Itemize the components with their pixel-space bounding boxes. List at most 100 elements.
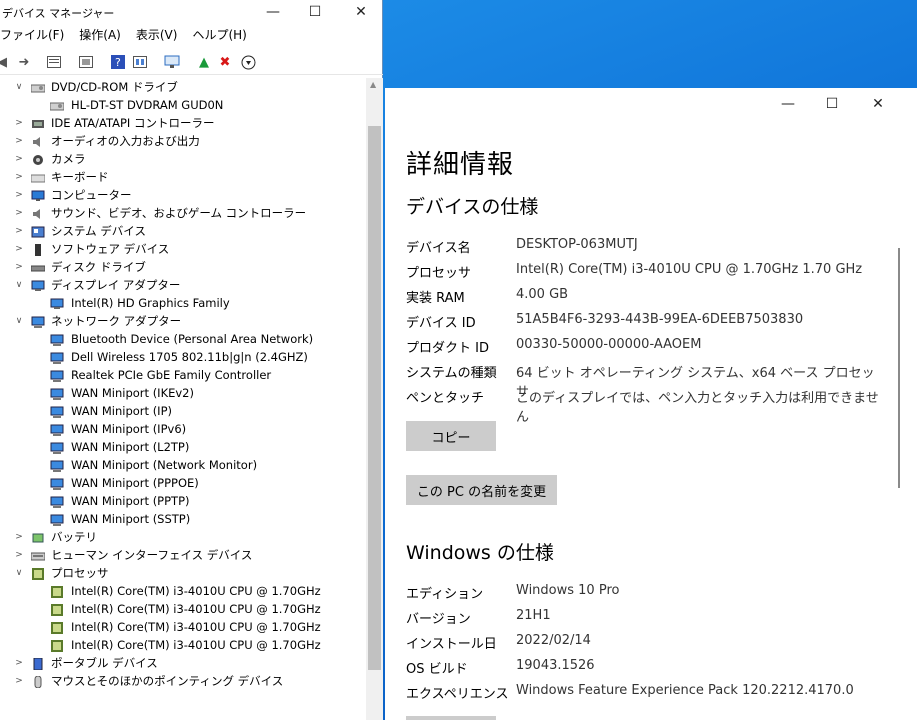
- device-spec-heading: デバイスの仕様: [406, 196, 539, 218]
- svg-text:?: ?: [115, 56, 121, 69]
- scan-hardware-icon[interactable]: [164, 54, 180, 70]
- tree-item-label: プロセッサ: [51, 566, 109, 580]
- collapse-arrow-icon[interactable]: >: [14, 186, 24, 204]
- tree-item[interactable]: WAN Miniport (IKEv2): [0, 384, 366, 402]
- tree-item[interactable]: ∨ ネットワーク アダプター: [0, 312, 366, 330]
- collapse-arrow-icon[interactable]: >: [14, 258, 24, 276]
- properties-icon[interactable]: [46, 54, 62, 70]
- scroll-up-icon[interactable]: ▲: [370, 80, 376, 89]
- update-driver-icon[interactable]: ▲: [196, 54, 212, 70]
- close-button[interactable]: ✕: [338, 0, 384, 24]
- back-icon[interactable]: ◀: [0, 54, 10, 70]
- download-icon[interactable]: [240, 54, 256, 70]
- tree-item-label: Intel(R) HD Graphics Family: [71, 296, 230, 310]
- grid-view-icon[interactable]: [132, 54, 148, 70]
- tree-item[interactable]: WAN Miniport (PPPOE): [0, 474, 366, 492]
- tree-item-label: WAN Miniport (L2TP): [71, 440, 190, 454]
- tree-item-label: WAN Miniport (IPv6): [71, 422, 187, 436]
- collapse-arrow-icon[interactable]: >: [14, 654, 24, 672]
- tree-item[interactable]: ∨ DVD/CD-ROM ドライブ: [0, 78, 366, 96]
- maximize-button[interactable]: ☐: [292, 0, 338, 24]
- collapse-arrow-icon[interactable]: >: [14, 204, 24, 222]
- tree-item-label: サウンド、ビデオ、およびゲーム コントローラー: [51, 206, 307, 220]
- device-tree: ∨ DVD/CD-ROM ドライブ HL-DT-ST DVDRAM GUD0N > ID…: [0, 78, 366, 720]
- tree-item[interactable]: WAN Miniport (PPTP): [0, 492, 366, 510]
- tree-item[interactable]: Realtek PCIe GbE Family Controller: [0, 366, 366, 384]
- copy-button[interactable]: コピー: [406, 421, 496, 451]
- list-view-icon[interactable]: [78, 54, 94, 70]
- collapse-arrow-icon[interactable]: >: [14, 222, 24, 240]
- tree-item[interactable]: > オーディオの入力および出力: [0, 132, 366, 150]
- tree-item[interactable]: > サウンド、ビデオ、およびゲーム コントローラー: [0, 204, 366, 222]
- tree-item[interactable]: HL-DT-ST DVDRAM GUD0N: [0, 96, 366, 114]
- settings-maximize-button[interactable]: ☐: [809, 92, 855, 116]
- tree-item[interactable]: > マウスとそのほかのポインティング デバイス: [0, 672, 366, 690]
- tree-item[interactable]: Intel(R) Core(TM) i3-4010U CPU @ 1.70GHz: [0, 636, 366, 654]
- collapse-arrow-icon[interactable]: >: [14, 114, 24, 132]
- spec-value: Windows 10 Pro: [516, 583, 620, 598]
- menu-help[interactable]: ヘルプ(H): [192, 26, 246, 46]
- tree-item[interactable]: Intel(R) Core(TM) i3-4010U CPU @ 1.70GHz: [0, 618, 366, 636]
- tree-item-label: Intel(R) Core(TM) i3-4010U CPU @ 1.70GHz: [71, 638, 321, 652]
- spec-label: ペンとタッチ: [406, 391, 485, 406]
- tree-item-label: ヒューマン インターフェイス デバイス: [51, 548, 253, 562]
- collapse-arrow-icon[interactable]: >: [14, 150, 24, 168]
- collapse-arrow-icon[interactable]: >: [14, 132, 24, 150]
- tree-item[interactable]: WAN Miniport (SSTP): [0, 510, 366, 528]
- tree-item[interactable]: > キーボード: [0, 168, 366, 186]
- tree-item[interactable]: WAN Miniport (IPv6): [0, 420, 366, 438]
- collapse-arrow-icon[interactable]: >: [14, 240, 24, 258]
- network-icon: [31, 315, 45, 328]
- help-icon[interactable]: ?: [110, 54, 126, 70]
- collapse-arrow-icon[interactable]: >: [14, 528, 24, 546]
- tree-item[interactable]: Intel(R) Core(TM) i3-4010U CPU @ 1.70GHz: [0, 582, 366, 600]
- menu-view[interactable]: 表示(V): [136, 26, 178, 46]
- forward-icon[interactable]: ➜: [16, 54, 32, 70]
- collapse-arrow-icon[interactable]: >: [14, 546, 24, 564]
- tree-item[interactable]: > コンピューター: [0, 186, 366, 204]
- settings-scrollbar[interactable]: [898, 248, 900, 488]
- tree-scrollbar[interactable]: ▲: [366, 78, 383, 720]
- expand-arrow-icon[interactable]: ∨: [14, 78, 24, 96]
- tree-item[interactable]: WAN Miniport (L2TP): [0, 438, 366, 456]
- copy-button-2[interactable]: [406, 716, 496, 720]
- tree-item[interactable]: > ポータブル デバイス: [0, 654, 366, 672]
- menu-file[interactable]: ファイル(F): [0, 26, 64, 46]
- camera-icon: [31, 153, 45, 165]
- expand-arrow-icon[interactable]: ∨: [14, 564, 24, 582]
- tree-item[interactable]: Bluetooth Device (Personal Area Network): [0, 330, 366, 348]
- expand-arrow-icon[interactable]: ∨: [14, 312, 24, 330]
- expand-arrow-icon[interactable]: ∨: [14, 276, 24, 294]
- tree-item[interactable]: > IDE ATA/ATAPI コントローラー: [0, 114, 366, 132]
- tree-item[interactable]: WAN Miniport (Network Monitor): [0, 456, 366, 474]
- tree-item[interactable]: > バッテリ: [0, 528, 366, 546]
- settings-minimize-button[interactable]: —: [765, 92, 811, 116]
- tree-item-label: オーディオの入力および出力: [51, 134, 200, 148]
- menu-action[interactable]: 操作(A): [79, 26, 121, 46]
- minimize-button[interactable]: —: [250, 0, 296, 24]
- spec-label: エディション: [406, 587, 484, 602]
- tree-item[interactable]: Intel(R) Core(TM) i3-4010U CPU @ 1.70GHz: [0, 600, 366, 618]
- tree-item[interactable]: ∨ プロセッサ: [0, 564, 366, 582]
- display-icon: [50, 297, 64, 309]
- tree-item[interactable]: > ソフトウェア デバイス: [0, 240, 366, 258]
- tree-item[interactable]: ∨ ディスプレイ アダプター: [0, 276, 366, 294]
- collapse-arrow-icon[interactable]: >: [14, 168, 24, 186]
- spec-row: バージョン 21H1: [406, 608, 886, 632]
- processor-icon: [50, 639, 64, 652]
- tree-item[interactable]: > カメラ: [0, 150, 366, 168]
- spec-label: OS ビルド: [406, 662, 468, 677]
- tree-item-label: ディスク ドライブ: [51, 260, 146, 274]
- scrollbar-thumb[interactable]: [368, 126, 381, 670]
- tree-item[interactable]: Dell Wireless 1705 802.11b|g|n (2.4GHZ): [0, 348, 366, 366]
- tree-item[interactable]: > ディスク ドライブ: [0, 258, 366, 276]
- tree-item[interactable]: > システム デバイス: [0, 222, 366, 240]
- tree-item[interactable]: > ヒューマン インターフェイス デバイス: [0, 546, 366, 564]
- portable-device-icon: [31, 657, 45, 671]
- settings-scroll-area: [895, 88, 917, 720]
- collapse-arrow-icon[interactable]: >: [14, 672, 24, 690]
- rename-pc-button[interactable]: この PC の名前を変更: [406, 475, 557, 505]
- uninstall-icon[interactable]: ✖: [217, 54, 233, 70]
- tree-item[interactable]: Intel(R) HD Graphics Family: [0, 294, 366, 312]
- tree-item[interactable]: WAN Miniport (IP): [0, 402, 366, 420]
